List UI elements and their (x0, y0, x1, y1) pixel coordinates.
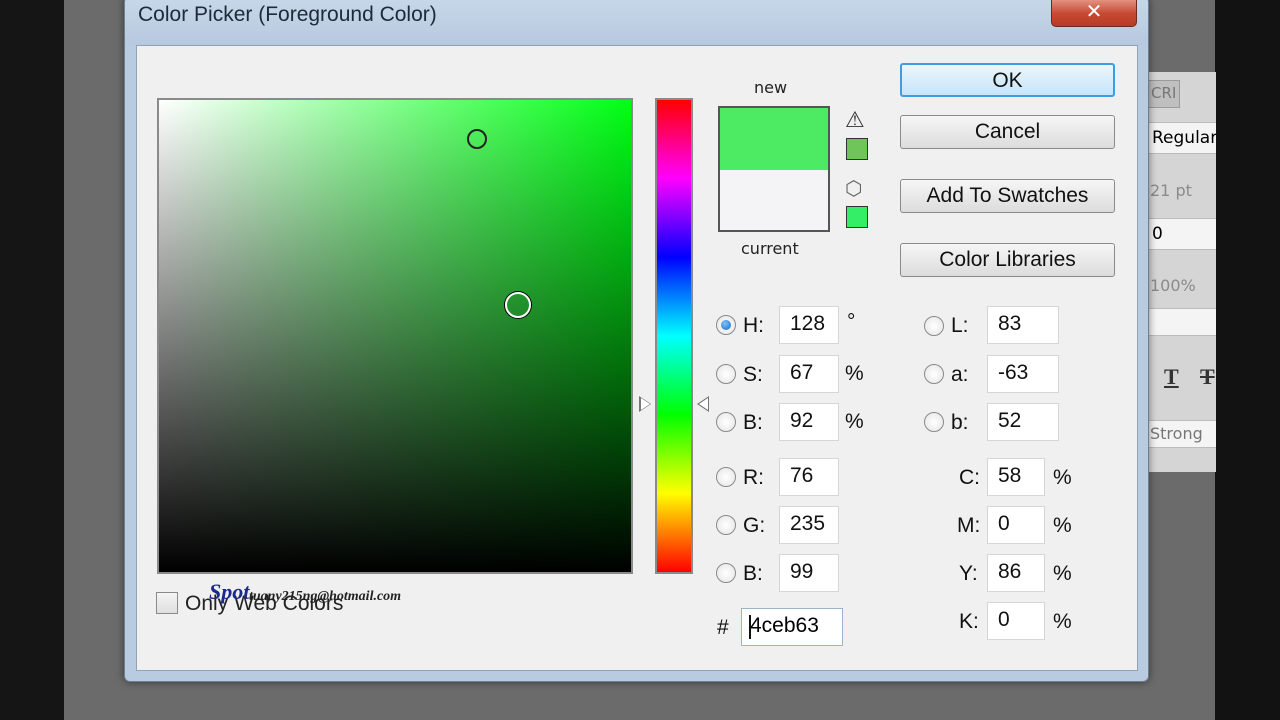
panel-blank-field[interactable] (1148, 308, 1216, 336)
brightness-radio[interactable] (716, 412, 736, 432)
a-channel-radio[interactable] (924, 364, 944, 384)
green-field[interactable]: 235 (779, 506, 839, 544)
new-color-swatch (720, 108, 828, 170)
a-channel-field[interactable]: -63 (987, 355, 1059, 393)
hue-slider[interactable] (655, 98, 693, 574)
cyan-label: C: (959, 466, 980, 489)
cube-icon[interactable]: ⬡ (845, 176, 862, 200)
background-left (0, 0, 64, 720)
b-channel-field[interactable]: 52 (987, 403, 1059, 441)
font-size-field[interactable]: 21 pt (1150, 181, 1216, 200)
color-field[interactable] (157, 98, 633, 574)
close-button[interactable]: ✕ (1051, 0, 1137, 27)
add-to-swatches-button[interactable]: Add To Swatches (900, 179, 1115, 213)
saturation-radio[interactable] (716, 364, 736, 384)
saturation-field[interactable]: 67 (779, 355, 839, 393)
hue-radio[interactable] (716, 315, 736, 335)
color-libraries-button[interactable]: Color Libraries (900, 243, 1115, 277)
background-right (1215, 0, 1280, 720)
brightness-field[interactable]: 92 (779, 403, 839, 441)
close-icon: ✕ (1085, 0, 1103, 23)
lightness-radio[interactable] (924, 316, 944, 336)
text-style-icon[interactable]: T (1164, 364, 1230, 390)
black-field[interactable]: 0 (987, 602, 1045, 640)
green-radio[interactable] (716, 515, 736, 535)
brightness-label: B: (743, 411, 763, 434)
tracking-field[interactable]: 0 (1148, 218, 1216, 250)
dialog-title: Color Picker (Foreground Color) (138, 3, 437, 26)
color-marker-small[interactable] (467, 129, 487, 149)
current-color-label: current (741, 239, 799, 258)
cancel-button[interactable]: Cancel (900, 115, 1115, 149)
saturation-label: S: (743, 363, 763, 386)
blue-radio[interactable] (716, 563, 736, 583)
hex-label: # (717, 616, 729, 639)
dialog-body: new current ⚠ ⬡ OK Cancel Add To Swatche… (136, 45, 1138, 671)
magenta-field[interactable]: 0 (987, 506, 1045, 544)
blue-field[interactable]: 99 (779, 554, 839, 592)
yellow-unit: % (1053, 562, 1072, 585)
magenta-unit: % (1053, 514, 1072, 537)
hue-slider-handle-left[interactable] (639, 396, 651, 412)
cyan-unit: % (1053, 466, 1072, 489)
hue-field[interactable]: 128 (779, 306, 839, 344)
title-bar[interactable]: Color Picker (Foreground Color) ✕ (125, 0, 1148, 45)
blue-label: B: (743, 562, 763, 585)
color-picker-dialog: Color Picker (Foreground Color) ✕ new cu… (124, 0, 1149, 682)
hue-slider-handle-right[interactable] (697, 396, 709, 412)
yellow-field[interactable]: 86 (987, 554, 1045, 592)
black-unit: % (1053, 610, 1072, 633)
color-marker[interactable] (505, 292, 531, 318)
b-channel-label: b: (951, 411, 969, 434)
ok-button[interactable]: OK (900, 63, 1115, 97)
font-style-field[interactable]: Regular (1148, 122, 1216, 154)
web-safe-swatch[interactable] (846, 206, 868, 228)
strikethrough-icon[interactable]: T (1200, 364, 1216, 390)
hue-label: H: (743, 314, 764, 337)
red-label: R: (743, 466, 764, 489)
cyan-field[interactable]: 58 (987, 458, 1045, 496)
red-radio[interactable] (716, 467, 736, 487)
watermark-logo: Spot (209, 579, 250, 604)
gamut-warning-swatch[interactable] (846, 138, 868, 160)
b-channel-radio[interactable] (924, 412, 944, 432)
color-preview (718, 106, 830, 232)
red-field[interactable]: 76 (779, 458, 839, 496)
green-label: G: (743, 514, 766, 537)
only-web-colors-checkbox[interactable] (156, 592, 178, 614)
magenta-label: M: (957, 514, 981, 537)
current-color-swatch[interactable] (720, 170, 828, 230)
black-label: K: (959, 610, 979, 633)
yellow-label: Y: (959, 562, 978, 585)
brightness-unit: % (845, 410, 864, 433)
new-color-label: new (754, 78, 788, 97)
lightness-label: L: (951, 314, 969, 337)
lightness-field[interactable]: 83 (987, 306, 1059, 344)
hue-unit: ° (847, 310, 856, 333)
scale-field[interactable]: 100% (1150, 276, 1216, 295)
text-cursor (749, 615, 751, 639)
antialias-field[interactable]: Strong (1148, 420, 1216, 448)
watermark-email: tuany215ng@hotmail.com (249, 589, 402, 604)
hex-field[interactable]: 4ceb63 (741, 608, 843, 646)
a-channel-label: a: (951, 363, 969, 386)
saturation-unit: % (845, 362, 864, 385)
panel-tab[interactable]: CRI (1148, 80, 1180, 108)
warning-icon[interactable]: ⚠ (845, 108, 865, 133)
